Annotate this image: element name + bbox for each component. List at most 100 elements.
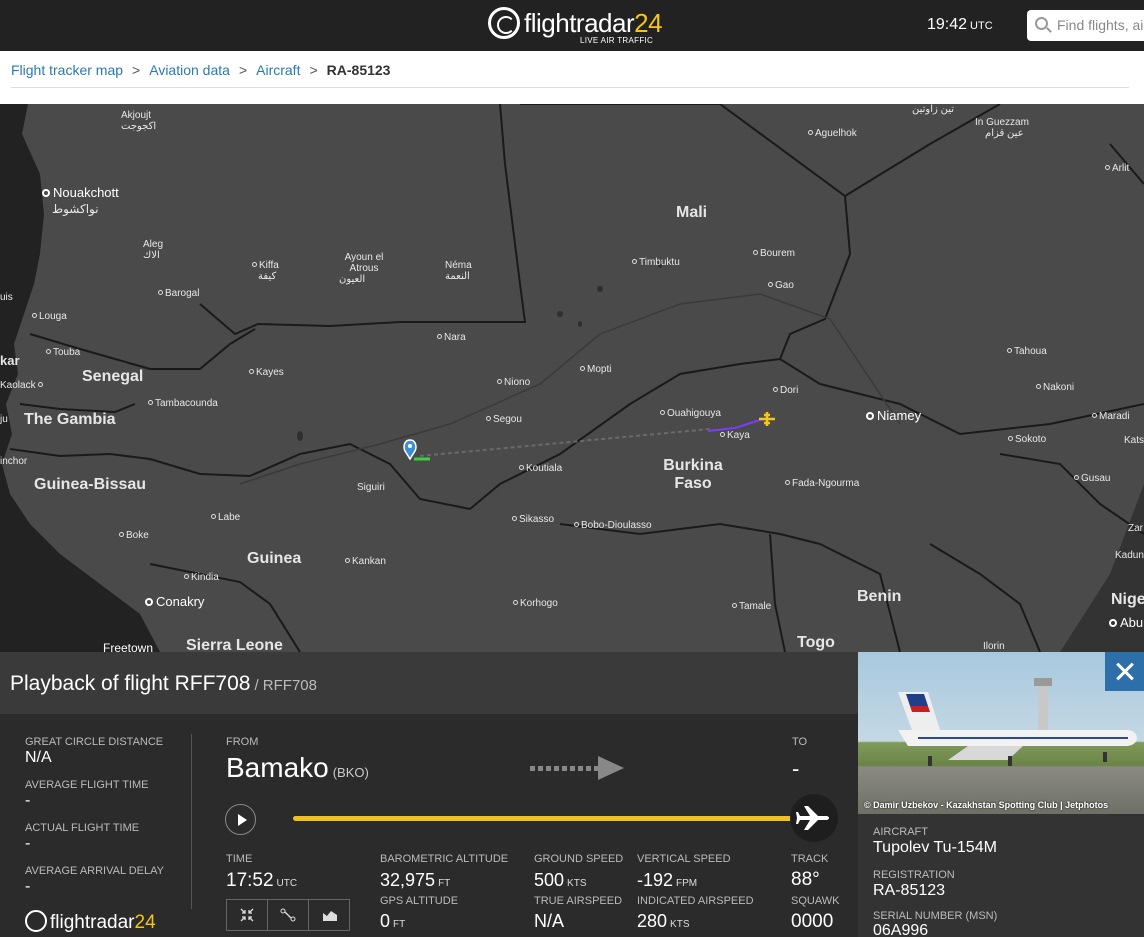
city-label[interactable]: Fada-Ngourma	[785, 478, 859, 489]
city-label[interactable]: Koutiala	[519, 463, 562, 474]
playback-panel: Playback of flight RFF708/ RFF708 GREAT …	[0, 652, 858, 937]
city-label[interactable]: Arlit	[1105, 163, 1129, 174]
city-dot-icon	[580, 366, 585, 371]
city-label[interactable]: Dori	[773, 385, 798, 396]
city-label[interactable]: Gao	[768, 280, 794, 291]
origin-airport[interactable]: Bamako (BKO)	[226, 752, 369, 784]
city-label[interactable]: Timbuktu	[632, 257, 680, 268]
city-label[interactable]: Bourem	[753, 248, 795, 259]
city-label[interactable]: Sikasso	[512, 514, 554, 525]
city-dot-icon	[249, 369, 254, 374]
close-button[interactable]	[1105, 652, 1144, 691]
city-label[interactable]: Kats	[1124, 435, 1144, 446]
city-label[interactable]: inchor	[0, 456, 27, 467]
city-label[interactable]: ju	[0, 414, 8, 425]
city-label[interactable]: Aguelhok	[808, 128, 857, 139]
city-dot-icon	[1092, 413, 1097, 418]
city-label[interactable]: Nakoni	[1036, 382, 1074, 393]
city-label[interactable]: Louga	[32, 311, 67, 322]
city-label-arabic: نواكشوط	[52, 202, 99, 216]
flight-map[interactable]: Mali Senegal The Gambia Guinea-Bissau Gu…	[0, 104, 1144, 652]
country-label: Mali	[676, 204, 708, 221]
city-label[interactable]: Kaya	[720, 430, 750, 441]
city-dot-icon	[574, 522, 579, 527]
city-label[interactable]: Ilorin	[983, 641, 1005, 652]
city-name: Bobo-Dioulasso	[581, 520, 652, 531]
city-label[interactable]: Gusau	[1074, 473, 1110, 484]
city-label[interactable]: Nara	[437, 332, 466, 343]
aircraft-photo-art	[898, 678, 1137, 766]
collapse-map-button[interactable]	[227, 900, 268, 930]
city-label[interactable]: Néma	[445, 260, 472, 271]
aircraft-photo[interactable]: © Damir Uzbekov - Kazakhstan Spotting Cl…	[858, 652, 1144, 814]
photo-credit[interactable]: © Damir Uzbekov - Kazakhstan Spotting Cl…	[864, 800, 1108, 810]
city-label[interactable]: Zar	[1128, 523, 1143, 534]
city-label[interactable]: Kiffa	[252, 260, 279, 271]
city-dot-icon	[252, 262, 257, 267]
playback-header: Playback of flight RFF708/ RFF708	[0, 652, 858, 714]
city-label[interactable]: Sokoto	[1008, 434, 1046, 445]
city-label[interactable]: Kankan	[345, 556, 386, 567]
city-label[interactable]: Mopti	[580, 364, 611, 375]
city-label[interactable]: Boke	[119, 530, 149, 541]
city-label[interactable]: In Guezzam	[975, 117, 1029, 128]
ground-speed-label: GROUND SPEED	[534, 853, 624, 865]
city-label[interactable]: Kindia	[184, 572, 219, 583]
playback-aircraft-handle[interactable]	[790, 794, 838, 842]
city-dot-icon	[632, 259, 637, 264]
city-label[interactable]: Niono	[497, 377, 530, 388]
playback-title-callsign: / RFF708	[254, 677, 317, 694]
city-label[interactable]: Kaolack	[0, 380, 45, 391]
search-box[interactable]	[1027, 10, 1144, 41]
logo-number: 24	[634, 8, 663, 38]
clock-zone: UTC	[970, 20, 993, 32]
capital-label[interactable]: Abu	[1109, 616, 1143, 630]
search-input[interactable]	[1057, 16, 1144, 34]
city-label[interactable]: Ouahigouya	[660, 408, 721, 419]
flightradar24-logo[interactable]: flightradar24 LIVE AIR TRAFFIC	[488, 6, 663, 46]
city-label[interactable]: Segou	[486, 414, 522, 425]
city-dot-icon	[437, 334, 442, 339]
city-dot-icon	[497, 379, 502, 384]
city-label[interactable]: Freetown	[103, 641, 153, 652]
city-label[interactable]: Bobo-Dioulasso	[574, 520, 652, 531]
breadcrumb-flight-tracker-map[interactable]: Flight tracker map	[11, 62, 123, 78]
aircraft-type-value[interactable]: Tupolev Tu-154M	[873, 839, 997, 857]
capital-label[interactable]: Nouakchott	[42, 186, 119, 200]
city-label[interactable]: uis	[0, 292, 13, 303]
city-label[interactable]: Ayoun el Atrous	[339, 252, 389, 274]
city-name: Labe	[218, 512, 241, 523]
city-label[interactable]: Tahoua	[1007, 346, 1047, 357]
city-label[interactable]: Aleg	[143, 239, 163, 250]
country-label: Benin	[857, 588, 902, 605]
city-name: Louga	[39, 311, 67, 322]
city-label[interactable]: Kadun	[1115, 550, 1144, 561]
breadcrumb-aircraft[interactable]: Aircraft	[256, 62, 300, 78]
capital-label[interactable]: Niamey	[866, 409, 921, 423]
city-label[interactable]: Labe	[211, 512, 240, 523]
city-label[interactable]: kar	[0, 352, 20, 369]
breadcrumb-aviation-data[interactable]: Aviation data	[149, 62, 230, 78]
play-button[interactable]	[225, 804, 256, 835]
city-label[interactable]: Barogal	[158, 288, 199, 299]
capital-dot-icon	[42, 189, 50, 197]
city-label[interactable]: Akjoujt	[121, 110, 151, 121]
niger-river	[239, 293, 901, 485]
capital-label[interactable]: Conakry	[145, 595, 204, 609]
registration-value[interactable]: RA-85123	[873, 882, 945, 900]
squawk-value: 0000	[791, 911, 834, 932]
barometric-altitude-label: BAROMETRIC ALTITUDE	[380, 853, 509, 865]
city-label[interactable]: Maradi	[1092, 411, 1130, 422]
city-label[interactable]: Korhogo	[513, 598, 558, 609]
altitude-graph-button[interactable]	[309, 900, 350, 930]
ias-number: 280	[637, 911, 668, 931]
city-label[interactable]: Tambacounda	[148, 398, 218, 409]
route-button[interactable]	[268, 900, 309, 930]
city-dot-icon	[519, 465, 524, 470]
city-label[interactable]: Kayes	[249, 367, 284, 378]
city-label[interactable]: Siguiri	[357, 482, 385, 493]
city-label[interactable]: Tamale	[732, 601, 771, 612]
city-label[interactable]: Touba	[46, 347, 80, 358]
playback-slider[interactable]	[293, 816, 808, 821]
city-name: Sikasso	[519, 514, 555, 525]
